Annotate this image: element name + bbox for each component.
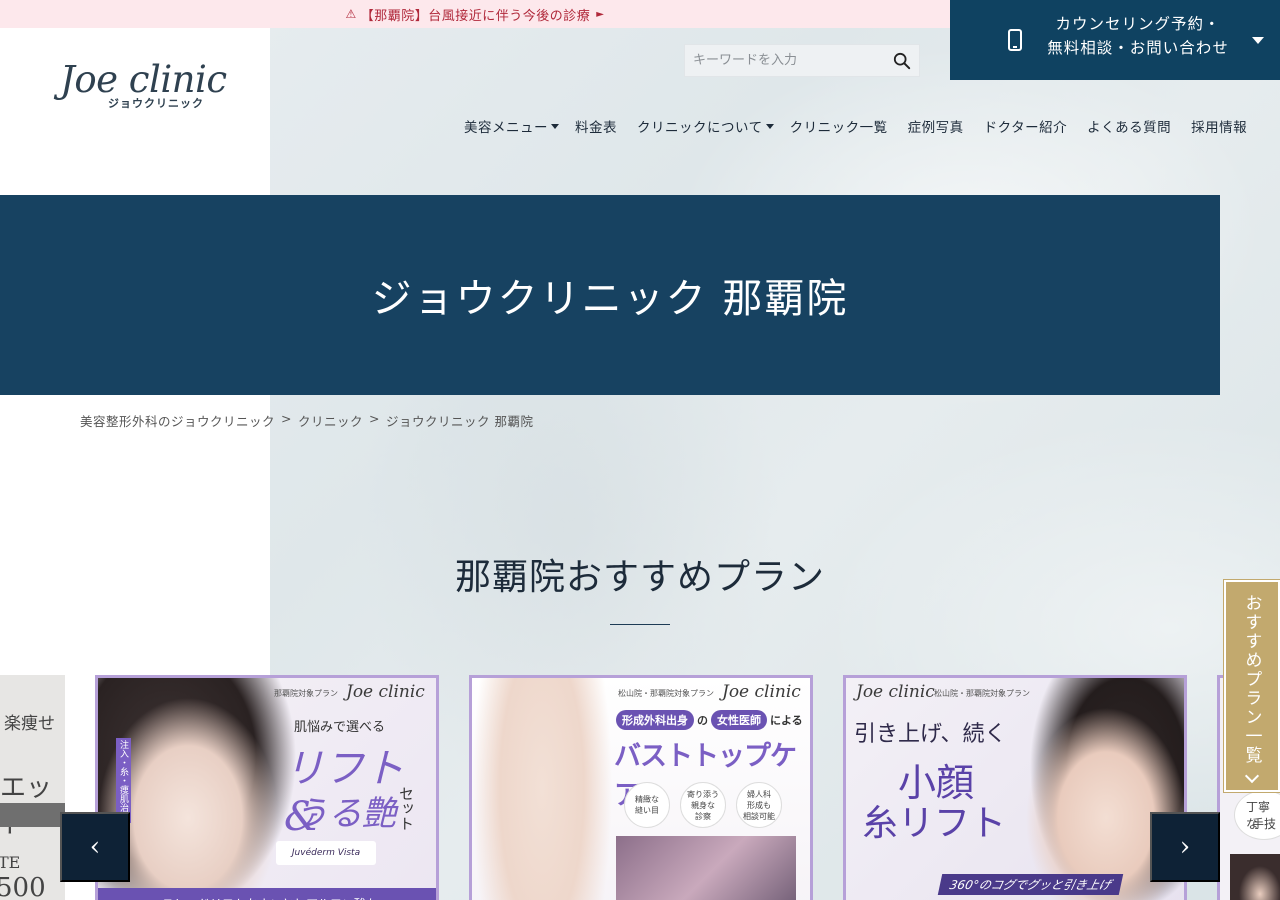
card-brand: Joe clinic — [856, 682, 935, 702]
card-photo-doctors — [616, 836, 796, 900]
card-headline: 肌悩みで選べる — [294, 720, 386, 735]
nav-item-doctors[interactable]: ドクター紹介 — [984, 116, 1067, 136]
card-plan-label: 那覇院対象プラン — [274, 689, 338, 698]
feature-text: 形成も — [747, 800, 771, 810]
chevron-down-icon — [1252, 37, 1264, 44]
card-brand: Joe clinic — [346, 682, 425, 702]
feature-text: 相談可能 — [743, 811, 775, 821]
card-plan-label: 松山院・那覇院対象プラン — [618, 689, 714, 698]
tag-connector: の — [697, 714, 708, 727]
cta-line-1: カウンセリング予約・ — [1055, 15, 1221, 33]
partial-left-text-3: TE — [0, 853, 21, 872]
nav-item-about-clinic[interactable]: クリニックについて — [637, 116, 774, 136]
card-big-text-2: 糸リフト — [862, 803, 1007, 844]
page-title: ジョウクリニック 那覇院 — [371, 276, 849, 322]
warning-triangle-icon: ⚠ — [345, 7, 357, 21]
nav-item-label: 採用情報 — [1191, 120, 1248, 136]
partial-right-photo — [1230, 854, 1280, 900]
card-suffix: セット — [397, 786, 415, 831]
card-side-label: 注入・糸・痩肌治療 — [116, 738, 131, 823]
nav-item-case-photos[interactable]: 症例写真 — [908, 116, 964, 136]
counseling-reservation-button[interactable]: カウンセリング予約・ 無料相談・お問い合わせ — [950, 0, 1280, 80]
nav-item-label: よくある質問 — [1087, 120, 1172, 136]
logo-wordmark: Joe clinic — [60, 58, 227, 101]
nav-item-faq[interactable]: よくある質問 — [1087, 116, 1171, 136]
breadcrumb-clinic[interactable]: クリニック — [298, 411, 363, 430]
plan-card-lift-gloss[interactable]: 那覇院対象プラン Joe clinic 肌悩みで選べる リフト& うる艶 セット… — [95, 675, 439, 900]
search-icon[interactable] — [893, 52, 911, 70]
feature-text: 親身な — [691, 800, 715, 810]
partial-left-text-1: 楽痩せ — [4, 714, 55, 734]
plan-card-thread-lift[interactable]: Joe clinic 松山院・那覇院対象プラン 引き上げ、続く 小顔 糸リフト … — [843, 675, 1187, 900]
card-doctor-tags: 形成外科出身 の 女性医師 による — [616, 710, 803, 730]
card-product-badge: Juvéderm Vista — [276, 841, 376, 865]
nav-item-label: クリニック一覧 — [789, 120, 888, 136]
carousel-prev-button[interactable]: ‹ — [60, 812, 130, 882]
plan-card-partial-left[interactable]: 楽痩せ エット TE 500 — [0, 675, 65, 900]
tag-plastic-surgery: 形成外科出身 — [616, 710, 694, 730]
feature-text: 診察 — [695, 811, 711, 821]
partial-right-text-2: 手技 — [1252, 817, 1277, 831]
caret-down-icon — [551, 123, 559, 129]
feature-circle-stitch: 精緻な 縫い目 — [624, 782, 670, 828]
card-bottom-banner: スレッドリフトかホンとヒアルロン酸も — [98, 888, 436, 900]
search-box — [684, 44, 920, 77]
partial-left-text-4: 500 — [0, 873, 46, 900]
site-logo[interactable]: Joe clinic ジョウクリニック — [60, 60, 240, 116]
breadcrumb-home[interactable]: 美容整形外科のジョウクリニック — [80, 411, 275, 430]
cta-label: カウンセリング予約・ 無料相談・お問い合わせ — [1043, 12, 1233, 60]
breadcrumb-separator: > — [281, 411, 292, 426]
carousel-next-button[interactable]: › — [1150, 812, 1220, 882]
nav-item-clinic-list[interactable]: クリニック一覧 — [790, 116, 888, 136]
feature-text: 寄り添う — [687, 789, 719, 799]
recommend-section-title: 那覇院おすすめプラン — [454, 557, 825, 598]
partial-left-band — [0, 803, 65, 827]
section-divider — [610, 624, 670, 625]
breadcrumb: 美容整形外科のジョウクリニック > クリニック > ジョウクリニック 那覇院 — [80, 411, 533, 430]
cta-line-2: 無料相談・お問い合わせ — [1047, 39, 1229, 57]
feature-text: 縫い目 — [635, 806, 659, 815]
page-hero: ジョウクリニック 那覇院 — [0, 195, 1220, 395]
nav-item-label: 美容メニュー — [464, 120, 548, 136]
nav-item-beauty-menu[interactable]: 美容メニュー — [464, 116, 559, 136]
card-headline: 引き上げ、続く — [854, 722, 1007, 747]
tag-suffix: による — [770, 714, 803, 727]
card-brand: Joe clinic — [722, 682, 801, 702]
nav-item-label: 料金表 — [575, 120, 617, 136]
card-plan-label: 松山院・那覇院対象プラン — [934, 689, 1030, 698]
card-photo-woman — [846, 678, 1184, 900]
chevron-down-icon — [1244, 768, 1260, 784]
alert-banner-link[interactable]: ⚠ 【那覇院】台風接近に伴う今後の診療 ► — [0, 0, 950, 28]
plan-card-bust-top-care[interactable]: 松山院・那覇院対象プラン Joe clinic 形成外科出身 の 女性医師 によ… — [469, 675, 813, 900]
tag-female-doctor: 女性医師 — [711, 710, 767, 730]
feature-text: 精緻な — [635, 795, 659, 804]
alert-arrow-icon: ► — [596, 8, 605, 20]
feature-circle-consult: 寄り添う 親身な 診察 — [680, 782, 726, 828]
card-big-text-2: うる艶 — [294, 794, 396, 834]
caret-down-icon — [765, 123, 774, 129]
nav-item-price-list[interactable]: 料金表 — [575, 116, 617, 136]
feature-circle-gyn: 婦人科 形成も 相談可能 — [736, 782, 782, 828]
alert-text: 【那覇院】台風接近に伴う今後の診療 — [360, 8, 591, 24]
recommend-plans-side-tab[interactable]: おすすめプラン一覧 — [1223, 579, 1280, 793]
nav-item-label: 症例写真 — [907, 120, 964, 136]
breadcrumb-separator: > — [369, 411, 380, 426]
feature-text: 婦人科 — [747, 789, 771, 799]
side-tab-label: おすすめプラン一覧 — [1241, 594, 1262, 765]
smartphone-icon — [1008, 29, 1022, 51]
nav-item-label: クリニックについて — [637, 120, 763, 136]
card-bottom-banner: 360°のコグでグッと引き上げ — [937, 874, 1124, 895]
breadcrumb-current: ジョウクリニック 那覇院 — [386, 414, 534, 429]
main-nav: 美容メニュー 料金表 クリニックについて クリニック一覧 症例写真 ドクター紹介… — [464, 116, 1247, 136]
nav-item-recruit[interactable]: 採用情報 — [1191, 116, 1247, 136]
nav-item-label: ドクター紹介 — [983, 120, 1068, 136]
search-input[interactable] — [685, 45, 885, 76]
logo-kana: ジョウクリニック — [108, 97, 204, 110]
